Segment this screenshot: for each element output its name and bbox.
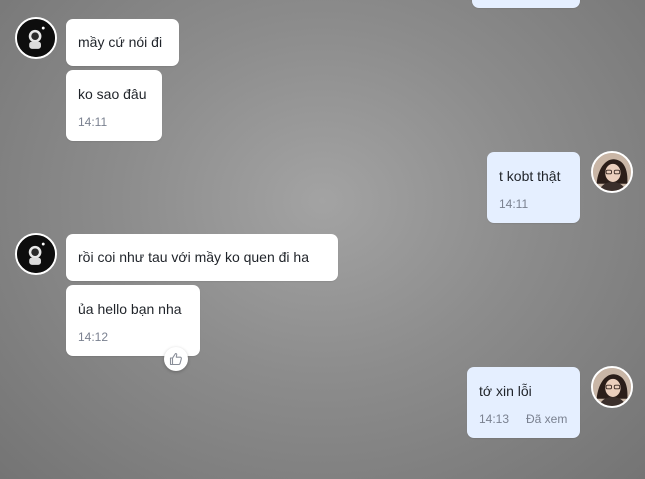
message-bubble-incoming[interactable]: ủa hello bạn nha 14:12 <box>66 285 200 356</box>
message-text: t kobt thật <box>499 168 561 184</box>
message-bubble-outgoing[interactable]: t kobt thật 14:11 <box>487 152 580 223</box>
self-avatar[interactable] <box>591 366 633 408</box>
self-avatar[interactable] <box>591 151 633 193</box>
message-bubble-incoming[interactable]: mầy cứ nói đi <box>66 19 179 66</box>
user-photo-avatar-icon <box>593 153 631 191</box>
message-bubble-outgoing[interactable]: tớ xin lỗi 14:13 Đã xem <box>467 367 580 438</box>
message-text: ủa hello bạn nha <box>78 301 182 317</box>
message-bubble-partial[interactable] <box>472 0 580 8</box>
message-text: mầy cứ nói đi <box>78 34 163 50</box>
seen-status: Đã xem <box>526 412 568 426</box>
contact-avatar[interactable] <box>15 233 57 275</box>
react-button[interactable] <box>164 347 188 371</box>
message-timestamp: 14:13 <box>479 412 510 426</box>
message-text: rồi coi như tau với mầy ko quen đi ha <box>78 249 310 265</box>
message-text: ko sao đâu <box>78 86 147 102</box>
user-photo-avatar-icon <box>593 368 631 406</box>
astronaut-avatar-icon <box>17 19 55 57</box>
message-timestamp: 14:12 <box>78 330 109 344</box>
message-bubble-incoming[interactable]: rồi coi như tau với mầy ko quen đi ha <box>66 234 338 281</box>
contact-avatar[interactable] <box>15 17 57 59</box>
message-timestamp: 14:11 <box>78 115 108 129</box>
astronaut-avatar-icon <box>17 235 55 273</box>
message-timestamp: 14:11 <box>499 197 529 211</box>
message-text: tớ xin lỗi <box>479 383 532 399</box>
chat-conversation: mầy cứ nói đi ko sao đâu 14:11 t kobt th… <box>0 0 645 479</box>
thumbs-up-icon <box>169 353 182 366</box>
message-bubble-incoming[interactable]: ko sao đâu 14:11 <box>66 70 162 141</box>
